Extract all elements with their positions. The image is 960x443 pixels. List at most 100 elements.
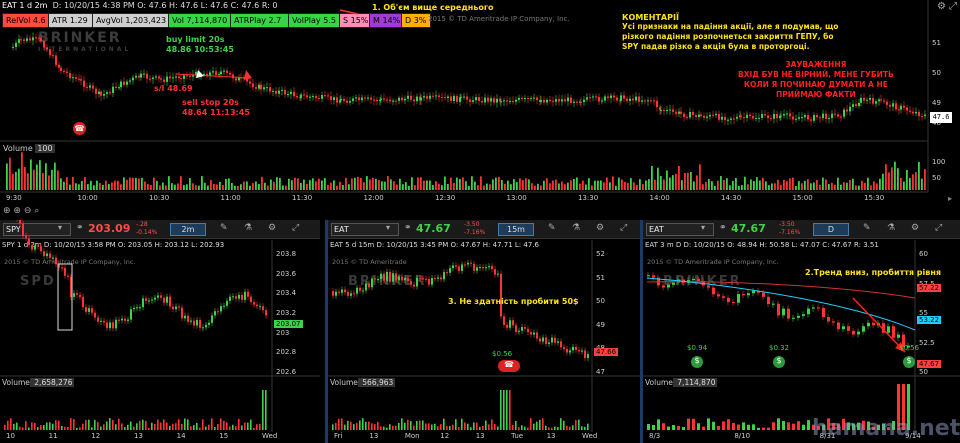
- volume-bar: [537, 183, 539, 190]
- zoom-box-icon[interactable]: ⌕: [34, 206, 39, 216]
- panel-candle: [782, 305, 785, 319]
- panel-candle: [365, 280, 367, 294]
- main-candle: [490, 95, 492, 107]
- volume-bar: [906, 169, 908, 190]
- panel-candle: [172, 303, 174, 313]
- volume-bar: [87, 184, 89, 190]
- main-candle: [530, 95, 532, 102]
- volume-bar: [153, 177, 155, 190]
- main-candle: [456, 93, 458, 104]
- volume-bar: [249, 185, 251, 190]
- volume-bar: [789, 178, 791, 190]
- main-candle: [895, 99, 897, 112]
- main-candle: [481, 96, 483, 106]
- panel-candle: [587, 351, 589, 362]
- volume-bar: [318, 178, 320, 190]
- main-candle: [924, 110, 926, 120]
- panel-volume-bar: [521, 425, 523, 430]
- main-candle: [72, 73, 74, 83]
- volume-bar: [726, 178, 728, 190]
- volume-bar: [207, 185, 209, 190]
- panel-candle: [431, 275, 433, 288]
- main-candle: [416, 93, 418, 105]
- volume-bar: [651, 165, 653, 190]
- panel-volume-bar: [353, 424, 355, 430]
- main-candle: [180, 74, 182, 84]
- alert-icon[interactable]: ☎: [73, 122, 86, 135]
- panel-volume-bar: [737, 424, 740, 430]
- main-candle: [632, 94, 634, 105]
- volume-bar: [138, 178, 140, 190]
- panel-candle: [458, 263, 460, 274]
- volume-bar: [99, 182, 101, 190]
- panel-volume-bar: [787, 422, 790, 430]
- main-candle: [616, 94, 618, 103]
- main-candle: [592, 93, 594, 102]
- panel-volume-bar: [127, 424, 129, 430]
- panel-candle: [220, 303, 222, 315]
- main-candle: [804, 113, 806, 121]
- panel-volume-bar: [747, 424, 750, 430]
- volume-bar: [504, 183, 506, 190]
- panel-candle: [386, 268, 388, 284]
- panel-volume-bar: [389, 424, 391, 430]
- panel-candle: [772, 300, 775, 308]
- main-candle: [258, 82, 260, 92]
- main-candle: [423, 91, 425, 102]
- panel-candle: [503, 313, 505, 328]
- volume-bar: [513, 179, 515, 190]
- panel-volume-bar: [7, 420, 9, 430]
- panel-volume-bar: [253, 427, 255, 430]
- main-candle: [831, 109, 833, 124]
- ma-label: 57.22: [917, 284, 942, 292]
- volume-bar: [345, 177, 347, 190]
- zoom-in-icon[interactable]: ⊕: [13, 206, 21, 216]
- panel-candle: [235, 293, 237, 302]
- panel-candle: [410, 278, 412, 288]
- main-candle: [260, 80, 262, 95]
- volume-bar: [657, 167, 659, 190]
- main-candle: [724, 113, 726, 126]
- panel-volume-bar: [172, 423, 174, 430]
- volume-bar: [90, 180, 92, 190]
- zoom-out-icon[interactable]: ⊖: [24, 206, 32, 216]
- panel-candle: [545, 334, 547, 347]
- scroll-right-icon[interactable]: ▸: [948, 194, 952, 203]
- volume-bar: [441, 185, 443, 190]
- main-candle: [98, 88, 100, 98]
- volume-bar: [531, 183, 533, 190]
- volume-bar: [528, 179, 530, 190]
- panel-price-tick: 60: [919, 250, 928, 258]
- panel-x-tick: 14: [176, 432, 186, 440]
- volume-bar: [588, 178, 590, 190]
- panel-volume-title: Volume: [2, 378, 30, 387]
- main-candle: [26, 34, 28, 44]
- volume-bar: [783, 179, 785, 190]
- panel-volume-bar: [88, 419, 90, 430]
- volume-bar: [429, 180, 431, 190]
- sell-stop-detail: 48.64 11:13:45: [182, 108, 250, 117]
- panel-volume-bar: [742, 422, 745, 430]
- panel-price-tick: 52: [596, 250, 605, 258]
- panel-volume-bar: [443, 418, 445, 430]
- volume-bar: [12, 173, 14, 190]
- volume-bar: [591, 185, 593, 190]
- panel-volume-bar: [572, 425, 574, 430]
- volume-bar: [627, 182, 629, 190]
- panel-volume-bar: [554, 426, 556, 430]
- main-candle: [395, 98, 397, 105]
- main-candle: [287, 90, 289, 98]
- pan-icon[interactable]: ⊕: [3, 206, 11, 216]
- panel-volume-bar: [782, 421, 785, 430]
- panel-volume-bar: [497, 426, 499, 430]
- main-candle: [349, 96, 351, 105]
- panel-candle: [551, 334, 553, 346]
- volume-bar: [78, 184, 80, 190]
- volume-bar: [114, 180, 116, 190]
- panel-volume-bar: [584, 426, 586, 430]
- main-candle: [146, 70, 148, 84]
- panel-volume-bar: [103, 424, 105, 430]
- main-candle: [358, 93, 360, 106]
- panel-candle: [419, 274, 421, 282]
- volume-bar: [357, 176, 359, 190]
